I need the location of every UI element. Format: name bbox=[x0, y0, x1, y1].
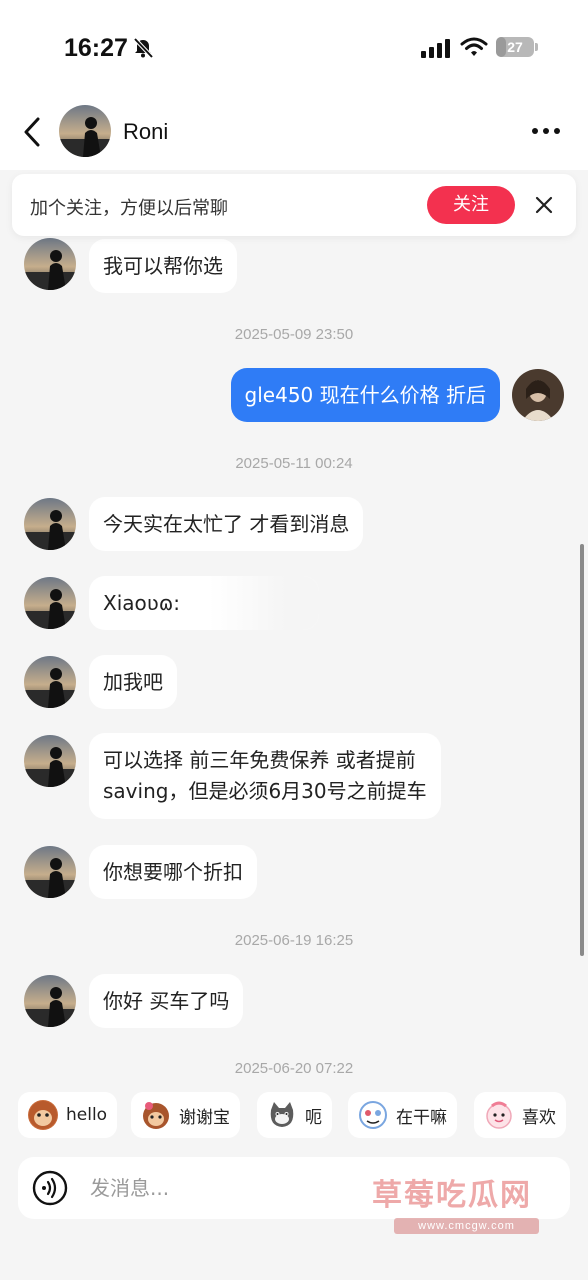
battery-percent: 27 bbox=[507, 39, 523, 55]
message-bubble-received[interactable]: Xiaoʋɷ: bbox=[89, 576, 319, 630]
message-bubble-received[interactable]: 你想要哪个折扣 bbox=[89, 845, 257, 899]
message-bubble-received[interactable]: 今天实在太忙了 才看到消息 bbox=[89, 497, 364, 551]
message-timestamp: 2025-05-09 23:50 bbox=[234, 326, 354, 343]
message-bubble-sent[interactable]: gle450 现在什么价格 折后 bbox=[230, 368, 500, 422]
message-bubble-received[interactable]: 你好 买车了吗 bbox=[89, 974, 244, 1028]
message-timestamp: 2025-06-19 16:25 bbox=[234, 932, 354, 949]
message-line: saving，但是必须6月30号之前提车 bbox=[103, 779, 427, 803]
quick-reply-chip[interactable]: 呃 bbox=[257, 1092, 332, 1138]
quick-reply-chip[interactable]: 喜欢 bbox=[474, 1092, 566, 1138]
contact-name: Roni bbox=[123, 119, 169, 144]
battery-tip bbox=[535, 43, 538, 51]
quick-reply-bar: hello 谢谢宝 呃 在干嘛 喜欢 bbox=[0, 1086, 588, 1146]
contact-avatar-small[interactable] bbox=[24, 735, 76, 787]
quick-reply-label: 呃 bbox=[305, 1107, 322, 1128]
message-input[interactable] bbox=[90, 1157, 550, 1219]
close-icon[interactable] bbox=[534, 195, 554, 215]
message-bubble-received[interactable]: 可以选择 前三年免费保养 或者提前 saving，但是必须6月30号之前提车 bbox=[89, 733, 441, 819]
contact-avatar-small[interactable] bbox=[24, 498, 76, 550]
pink-face-icon bbox=[484, 1100, 514, 1130]
user-avatar[interactable] bbox=[512, 369, 564, 421]
cat-icon bbox=[267, 1100, 297, 1130]
contact-avatar-small[interactable] bbox=[24, 975, 76, 1027]
follow-prompt-banner: 加个关注，方便以后常聊 关注 bbox=[12, 174, 576, 236]
cellular-signal-icon bbox=[421, 39, 450, 58]
quick-reply-label: hello bbox=[66, 1105, 108, 1125]
scrollbar[interactable] bbox=[580, 544, 584, 956]
more-options-icon[interactable] bbox=[530, 123, 562, 139]
chat-header: Roni bbox=[0, 95, 588, 170]
quick-reply-chip[interactable]: hello bbox=[18, 1092, 118, 1138]
contact-avatar-small[interactable] bbox=[24, 656, 76, 708]
watermark-url: www.cmcgw.com bbox=[394, 1218, 539, 1234]
quick-reply-chip[interactable]: 在干嘛 bbox=[348, 1092, 457, 1138]
follow-button[interactable]: 关注 bbox=[427, 186, 515, 224]
message-timestamp: 2025-06-20 07:22 bbox=[234, 1060, 354, 1076]
contact-avatar[interactable] bbox=[59, 105, 111, 157]
status-time: 16:27 bbox=[64, 34, 128, 62]
follow-prompt-text: 加个关注，方便以后常聊 bbox=[30, 198, 228, 219]
quick-reply-label: 在干嘛 bbox=[396, 1107, 447, 1128]
monkey-flower-icon bbox=[141, 1100, 171, 1130]
cartoon-face-icon bbox=[358, 1100, 388, 1130]
quick-reply-label: 谢谢宝 bbox=[179, 1107, 230, 1128]
status-bar: 16:27 27 bbox=[0, 0, 588, 95]
contact-avatar-small[interactable] bbox=[24, 846, 76, 898]
voice-input-icon[interactable] bbox=[32, 1170, 68, 1206]
battery-indicator: 27 bbox=[496, 37, 534, 57]
monkey-icon bbox=[28, 1100, 58, 1130]
quick-reply-label: 喜欢 bbox=[522, 1107, 556, 1128]
contact-avatar-small[interactable] bbox=[24, 238, 76, 290]
wifi-icon bbox=[460, 37, 488, 56]
message-input-bar bbox=[18, 1157, 570, 1219]
message-bubble-received[interactable]: 加我吧 bbox=[89, 655, 177, 709]
quick-reply-chip[interactable]: 谢谢宝 bbox=[131, 1092, 240, 1138]
message-list[interactable]: 我可以帮你选 2025-05-09 23:50 gle450 现在什么价格 折后… bbox=[0, 236, 588, 1076]
message-bubble-received[interactable]: 我可以帮你选 bbox=[89, 239, 237, 293]
message-line: 可以选择 前三年免费保养 或者提前 bbox=[103, 748, 416, 772]
back-arrow-icon[interactable] bbox=[18, 115, 48, 149]
contact-avatar-small[interactable] bbox=[24, 577, 76, 629]
bell-muted-icon bbox=[133, 37, 154, 59]
message-timestamp: 2025-05-11 00:24 bbox=[235, 455, 353, 472]
